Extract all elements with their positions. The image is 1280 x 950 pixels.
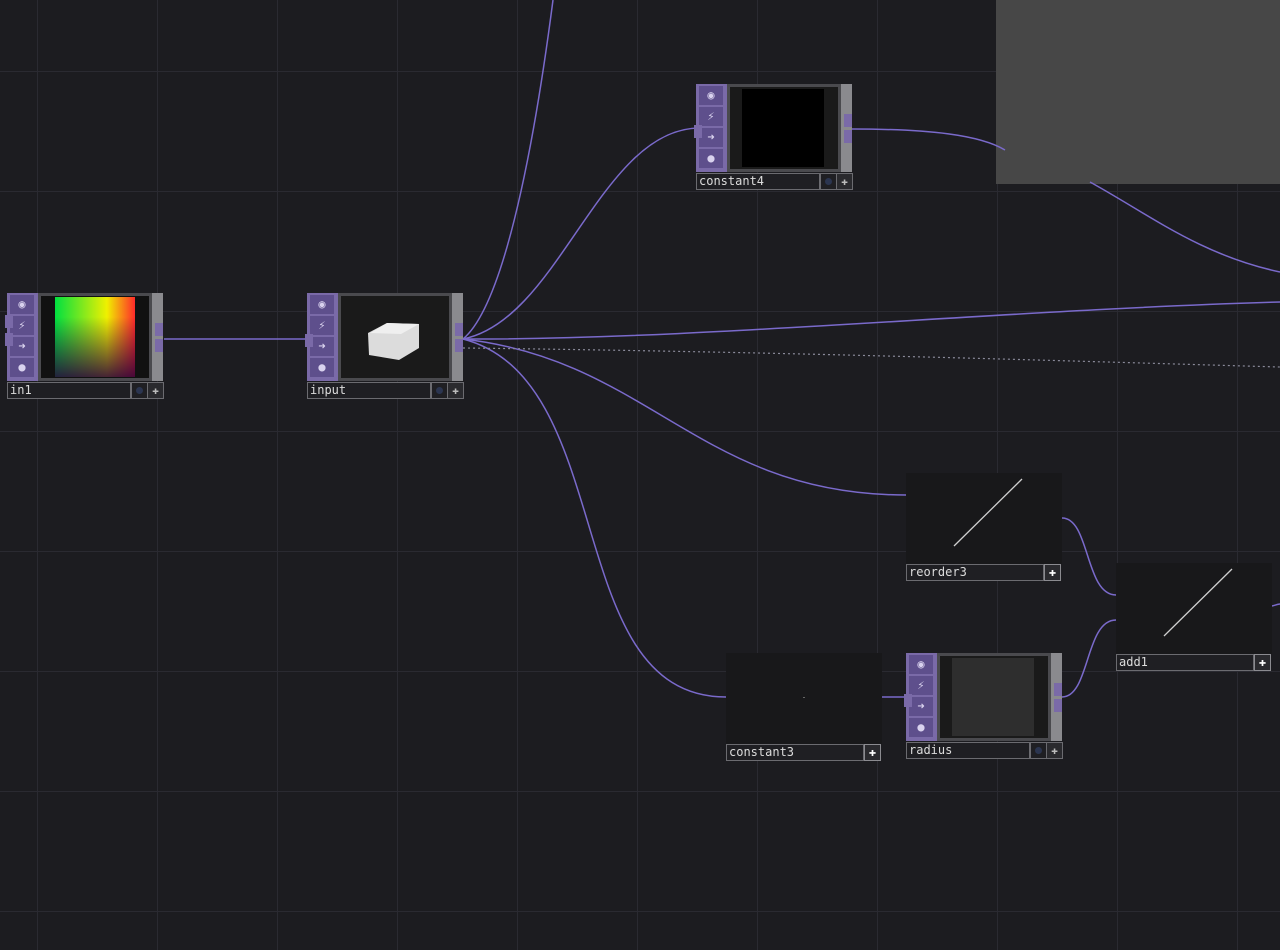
node-label[interactable]: radius	[906, 742, 1030, 759]
node-label[interactable]: add1	[1116, 654, 1254, 671]
clone-icon[interactable]: ●	[699, 149, 723, 168]
plus-icon[interactable]: ✚	[864, 744, 881, 761]
wire-to-constant3	[462, 338, 727, 698]
bypass-icon[interactable]: ⚡	[699, 107, 723, 126]
node-in1[interactable]: ◉ ⚡ ➜ ● in1 ✚	[5, 293, 164, 401]
clone-icon[interactable]: ●	[10, 358, 34, 377]
input-port[interactable]	[305, 334, 313, 347]
node-right-bar	[1051, 653, 1062, 741]
input-port[interactable]	[904, 694, 912, 707]
node-preview	[906, 473, 1062, 564]
lock-arrow-icon[interactable]: ➜	[699, 128, 723, 147]
plus-icon[interactable]: ✚	[147, 382, 164, 399]
node-preview	[1116, 563, 1272, 654]
viewer-flag[interactable]	[820, 173, 837, 190]
output-port[interactable]	[155, 323, 163, 336]
output-port[interactable]	[844, 130, 852, 143]
node-label[interactable]: input	[307, 382, 431, 399]
plus-icon[interactable]: ✚	[1044, 564, 1061, 581]
output-port[interactable]	[455, 339, 463, 352]
bypass-icon[interactable]: ⚡	[10, 316, 34, 335]
node-reorder3[interactable]: reorder3 ✚	[906, 473, 1062, 581]
node-radius[interactable]: ◉ ⚡ ➜ ● radius ✚	[904, 653, 1063, 761]
plus-icon[interactable]: ✚	[1046, 742, 1063, 759]
node-label[interactable]: reorder3	[906, 564, 1044, 581]
output-port[interactable]	[155, 339, 163, 352]
wire-dotted	[462, 347, 1280, 368]
input-port[interactable]	[5, 315, 13, 328]
node-preview	[726, 653, 882, 744]
viewer-flag[interactable]	[431, 382, 448, 399]
node-right-bar	[152, 293, 163, 381]
node-label[interactable]: constant4	[696, 173, 820, 190]
node-input[interactable]: ◉ ⚡ ➜ ● input ✚	[305, 293, 464, 401]
node-preview	[730, 87, 838, 169]
wire-to-reorder3	[462, 338, 907, 496]
output-port[interactable]	[1054, 683, 1062, 696]
node-right-bar	[452, 293, 463, 381]
node-preview	[41, 296, 149, 378]
bypass-icon[interactable]: ⚡	[909, 676, 933, 695]
node-add1[interactable]: add1 ✚	[1116, 563, 1272, 671]
plus-icon[interactable]: ✚	[447, 382, 464, 399]
wire-offscreen-top	[462, 0, 554, 340]
wire-reorder3-add1	[1061, 517, 1117, 596]
viewer-icon[interactable]: ◉	[699, 86, 723, 105]
clone-icon[interactable]: ●	[909, 718, 933, 737]
lock-arrow-icon[interactable]: ➜	[310, 337, 334, 356]
input-port[interactable]	[5, 333, 13, 346]
wires-layer	[164, 0, 1280, 698]
node-label[interactable]: constant3	[726, 744, 864, 761]
plus-icon[interactable]: ✚	[836, 173, 853, 190]
node-label[interactable]: in1	[7, 382, 131, 399]
wire-to-right	[462, 301, 1280, 340]
node-right-bar	[841, 84, 852, 172]
viewer-icon[interactable]: ◉	[909, 655, 933, 674]
lock-arrow-icon[interactable]: ➜	[909, 697, 933, 716]
box-shape-preview	[368, 323, 419, 360]
wire-constant4-right	[851, 128, 1006, 151]
input-port[interactable]	[694, 125, 702, 138]
plus-icon[interactable]: ✚	[1254, 654, 1271, 671]
node-preview	[940, 656, 1048, 738]
lock-arrow-icon[interactable]: ➜	[10, 337, 34, 356]
wire-radius-add1	[1061, 619, 1117, 698]
bypass-icon[interactable]: ⚡	[310, 316, 334, 335]
viewer-flag[interactable]	[1030, 742, 1047, 759]
output-port[interactable]	[455, 323, 463, 336]
node-constant3[interactable]: constant3 ✚	[726, 653, 882, 761]
viewer-icon[interactable]: ◉	[310, 295, 334, 314]
clone-icon[interactable]: ●	[310, 358, 334, 377]
node-preview	[341, 296, 449, 378]
wire-to-constant4	[462, 127, 701, 340]
output-port[interactable]	[844, 114, 852, 127]
node-constant4[interactable]: ◉ ⚡ ➜ ● constant4 ✚	[694, 84, 853, 192]
wire-topright	[1089, 181, 1280, 273]
output-port[interactable]	[1054, 699, 1062, 712]
wire-add1-right	[1271, 603, 1280, 607]
viewer-flag[interactable]	[131, 382, 148, 399]
viewer-icon[interactable]: ◉	[10, 295, 34, 314]
